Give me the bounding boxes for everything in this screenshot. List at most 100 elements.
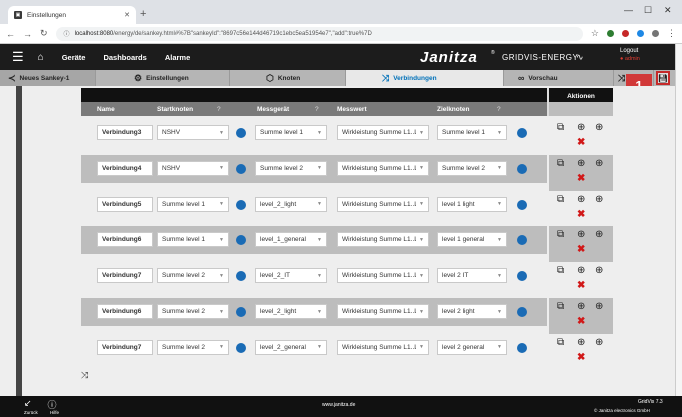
move-up-icon[interactable]: ⊕ (595, 123, 603, 133)
target-node-select[interactable]: Summe level 1 ▼ (437, 125, 507, 140)
nav-alarme[interactable]: Alarme (165, 53, 190, 62)
extension-icon[interactable] (607, 30, 614, 37)
nav-dashboards[interactable]: Dashboards (103, 53, 146, 62)
delete-icon[interactable]: ✖ (577, 245, 585, 255)
target-color-dot[interactable] (517, 199, 527, 210)
move-up-icon[interactable]: ⊕ (595, 337, 603, 348)
reload-icon[interactable]: ↻ (40, 28, 48, 39)
target-node-select[interactable]: level 2 light ▼ (437, 304, 507, 319)
target-node-select[interactable]: level 2 IT ▼ (437, 268, 507, 284)
add-connection-shuffle-icon[interactable]: ⤨ (81, 370, 103, 382)
logout-button[interactable]: Logout ● admin (620, 47, 640, 63)
extension-icon[interactable] (637, 30, 644, 37)
close-window-icon[interactable]: ✕ (664, 5, 672, 16)
start-node-select[interactable]: NSHV ▼ (157, 160, 229, 176)
value-select[interactable]: Wirkleistung Summe L1..L3 ▼ (337, 339, 429, 355)
start-color-dot[interactable] (236, 199, 246, 210)
delete-icon[interactable]: ✖ (577, 281, 585, 291)
forward-arrow-icon[interactable]: → (23, 29, 32, 39)
footer-url[interactable]: www.janitza.de (322, 402, 355, 408)
move-up-icon[interactable]: ⊕ (595, 158, 603, 169)
back-arrow-icon[interactable]: ← (6, 29, 15, 39)
delete-icon[interactable]: ✖ (577, 352, 585, 363)
menu-dots-icon[interactable]: ⋮ (667, 28, 676, 39)
vertical-scrollbar[interactable] (675, 44, 682, 417)
start-color-dot[interactable] (236, 163, 246, 174)
target-color-dot[interactable] (517, 163, 527, 174)
target-node-select[interactable]: level 1 general ▼ (437, 232, 507, 248)
start-node-select[interactable]: Summe level 2 ▼ (157, 268, 229, 284)
device-select[interactable]: level_2_light ▼ (255, 304, 327, 319)
tab-einstellungen[interactable]: ⚙ Einstellungen (96, 70, 230, 86)
help-icon[interactable]: ? (497, 106, 501, 113)
copy-icon[interactable]: ⧉ (557, 194, 564, 205)
delete-icon[interactable]: ✖ (577, 209, 585, 220)
move-down-icon[interactable]: ⊕ (577, 158, 585, 169)
connection-name-input[interactable]: Verbindung6 (97, 304, 153, 319)
move-up-icon[interactable]: ⊕ (595, 230, 603, 240)
move-down-icon[interactable]: ⊕ (577, 194, 585, 205)
delete-icon[interactable]: ✖ (577, 173, 585, 184)
nav-geraete[interactable]: Geräte (62, 53, 86, 62)
star-icon[interactable]: ☆ (591, 28, 599, 39)
home-icon[interactable]: ⌂ (38, 52, 44, 63)
connection-name-input[interactable]: Verbindung4 (97, 160, 153, 176)
copy-icon[interactable]: ⧉ (557, 337, 564, 348)
device-select[interactable]: level_2_light ▼ (255, 196, 327, 212)
browser-tab[interactable]: ▣ Einstellungen ✕ (8, 6, 136, 24)
save-button[interactable]: 💾︎ (656, 71, 670, 85)
url-field[interactable]: ⓘ localhost:8080/energy/de/sankey.html#%… (55, 26, 583, 41)
move-down-icon[interactable]: ⊕ (577, 230, 585, 240)
device-select[interactable]: level_2_general ▼ (255, 339, 327, 355)
tab-knoten[interactable]: ⬡ Knoten (230, 70, 346, 86)
tab-vorschau[interactable]: ∞ Vorschau (504, 70, 614, 86)
target-color-dot[interactable] (517, 307, 527, 317)
move-down-icon[interactable]: ⊕ (577, 337, 585, 348)
start-node-select[interactable]: Summe level 2 ▼ (157, 304, 229, 319)
minimize-icon[interactable]: — (624, 5, 633, 15)
delete-icon[interactable]: ✖ (577, 138, 585, 148)
device-select[interactable]: level_1_general ▼ (255, 232, 327, 248)
delete-icon[interactable]: ✖ (577, 317, 585, 327)
device-select[interactable]: Summe level 2 ▼ (255, 160, 327, 176)
device-select[interactable]: Summe level 1 ▼ (255, 125, 327, 140)
start-color-dot[interactable] (236, 128, 246, 138)
device-select[interactable]: level_2_IT ▼ (255, 268, 327, 284)
value-select[interactable]: Wirkleistung Summe L1..L3 ▼ (337, 268, 429, 284)
new-tab-button[interactable]: + (140, 8, 146, 20)
value-select[interactable]: Wirkleistung Summe L1..L3 ▼ (337, 125, 429, 140)
maximize-icon[interactable]: ☐ (644, 5, 652, 16)
help-icon[interactable]: ? (315, 106, 319, 113)
connection-name-input[interactable]: Verbindung3 (97, 125, 153, 140)
footer-back-label[interactable]: Zurück (24, 410, 38, 415)
target-color-dot[interactable] (517, 128, 527, 138)
start-node-select[interactable]: NSHV ▼ (157, 125, 229, 140)
value-select[interactable]: Wirkleistung Summe L1..L3 ▼ (337, 232, 429, 248)
connection-name-input[interactable]: Verbindung7 (97, 339, 153, 355)
copy-icon[interactable]: ⧉ (557, 230, 564, 240)
extension-icon[interactable] (622, 30, 629, 37)
start-color-dot[interactable] (236, 307, 246, 317)
target-node-select[interactable]: level 2 general ▼ (437, 339, 507, 355)
back-to-sankey-button[interactable]: ≺ Neues Sankey-1 (0, 70, 96, 86)
move-up-icon[interactable]: ⊕ (595, 302, 603, 312)
footer-help-label[interactable]: Hilfe (50, 410, 59, 415)
value-select[interactable]: Wirkleistung Summe L1..L3 ▼ (337, 304, 429, 319)
value-select[interactable]: Wirkleistung Summe L1..L3 ▼ (337, 160, 429, 176)
move-down-icon[interactable]: ⊕ (577, 123, 585, 133)
connection-name-input[interactable]: Verbindung6 (97, 232, 153, 248)
connection-name-input[interactable]: Verbindung5 (97, 196, 153, 212)
start-node-select[interactable]: Summe level 1 ▼ (157, 196, 229, 212)
target-node-select[interactable]: Summe level 2 ▼ (437, 160, 507, 176)
start-color-dot[interactable] (236, 342, 246, 353)
start-node-select[interactable]: Summe level 2 ▼ (157, 339, 229, 355)
copy-icon[interactable]: ⧉ (557, 266, 564, 276)
profile-icon[interactable] (652, 30, 659, 37)
move-up-icon[interactable]: ⊕ (595, 194, 603, 205)
value-select[interactable]: Wirkleistung Summe L1..L3 ▼ (337, 196, 429, 212)
move-up-icon[interactable]: ⊕ (595, 266, 603, 276)
copy-icon[interactable]: ⧉ (557, 302, 564, 312)
hamburger-menu-icon[interactable]: ☰ (12, 49, 24, 65)
copy-icon[interactable]: ⧉ (557, 123, 564, 133)
copy-icon[interactable]: ⧉ (557, 158, 564, 169)
